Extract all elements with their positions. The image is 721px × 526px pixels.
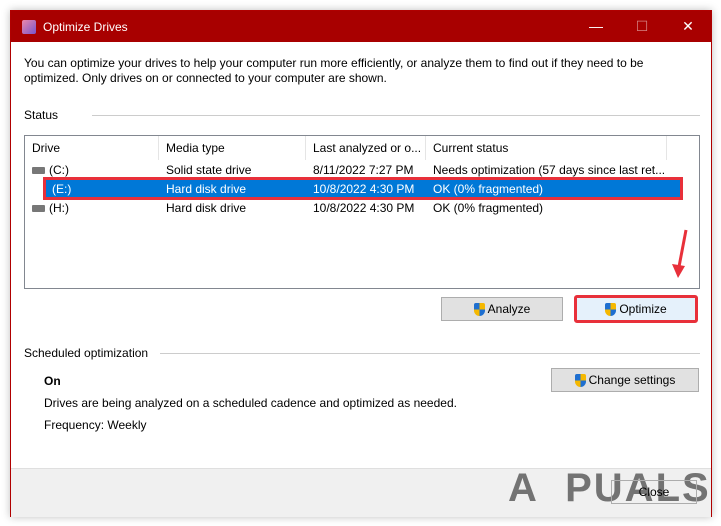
close-label: Close (638, 485, 670, 499)
title-bar: Optimize Drives — ☐ ✕ (11, 11, 711, 42)
schedule-description: Drives are being analyzed on a scheduled… (44, 396, 457, 410)
drive-row-e[interactable]: (E:) Hard disk drive 10/8/2022 4:30 PM O… (43, 177, 683, 200)
close-button[interactable]: Close (611, 480, 697, 504)
media-type: Hard disk drive (166, 181, 247, 196)
change-settings-label: Change settings (588, 373, 676, 387)
window-title: Optimize Drives (43, 19, 128, 34)
last-analyzed: 10/8/2022 4:30 PM (313, 200, 415, 215)
column-last-analyzed[interactable]: Last analyzed or o... (306, 136, 426, 160)
optimize-label: Optimize (619, 302, 667, 316)
current-status: Needs optimization (57 days since last r… (433, 162, 666, 177)
column-current-status[interactable]: Current status (426, 136, 667, 160)
analyze-label: Analyze (487, 302, 531, 316)
scheduled-section-header: Scheduled optimization (24, 346, 700, 360)
last-analyzed: 10/8/2022 4:30 PM (313, 181, 415, 196)
close-window-button[interactable]: ✕ (665, 18, 711, 35)
maximize-button[interactable]: ☐ (619, 18, 665, 35)
analyze-button[interactable]: Analyze (441, 297, 563, 321)
annotation-arrow-icon (672, 229, 688, 278)
uac-shield-icon (574, 373, 586, 387)
column-drive[interactable]: Drive (25, 136, 159, 160)
change-settings-button[interactable]: Change settings (551, 368, 699, 392)
minimize-button[interactable]: — (573, 18, 619, 35)
optimize-button[interactable]: Optimize (574, 295, 698, 323)
current-status: OK (0% fragmented) (433, 200, 544, 215)
last-analyzed: 8/11/2022 7:27 PM (313, 162, 414, 177)
current-status: OK (0% fragmented) (433, 181, 544, 196)
status-section-header: Status (24, 108, 700, 122)
hdd-drive-icon (32, 204, 45, 212)
schedule-state: On (44, 374, 61, 388)
description: You can optimize your drives to help you… (24, 56, 644, 85)
scheduled-label: Scheduled optimization (24, 346, 149, 360)
status-label: Status (24, 108, 59, 122)
drive-letter: (H:) (49, 200, 69, 215)
media-type: Solid state drive (166, 162, 252, 177)
optimize-drives-window: Optimize Drives — ☐ ✕ You can optimize y… (10, 10, 712, 517)
drive-letter: (C:) (49, 162, 69, 177)
schedule-frequency: Frequency: Weekly (44, 418, 147, 432)
drive-letter: (E:) (52, 181, 72, 196)
ssd-drive-icon (32, 166, 45, 174)
drive-list[interactable]: Drive Media type Last analyzed or o... C… (24, 135, 700, 289)
uac-shield-icon (605, 302, 617, 316)
drive-row-c[interactable]: (C:) Solid state drive 8/11/2022 7:27 PM… (25, 160, 699, 179)
drive-row-h[interactable]: (H:) Hard disk drive 10/8/2022 4:30 PM O… (25, 198, 699, 217)
column-media-type[interactable]: Media type (159, 136, 306, 160)
media-type: Hard disk drive (166, 200, 247, 215)
app-icon (22, 19, 36, 34)
uac-shield-icon (473, 302, 485, 316)
